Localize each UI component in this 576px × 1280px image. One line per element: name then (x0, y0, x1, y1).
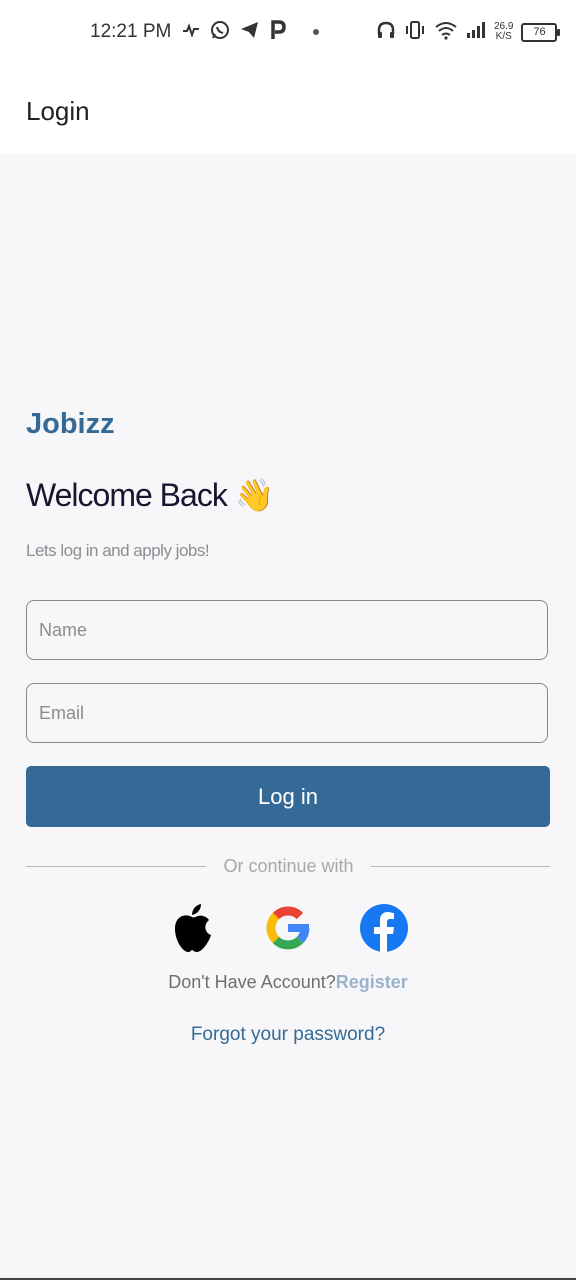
register-link[interactable]: Register (336, 972, 408, 992)
activity-icon (182, 22, 200, 42)
forgot-password-link[interactable]: Forgot your password? (0, 1024, 576, 1046)
signal-icon (466, 21, 486, 44)
whatsapp-icon (210, 20, 230, 45)
waving-hand-emoji: 👋 (234, 477, 275, 513)
brand-name: Jobizz (26, 408, 115, 440)
battery-indicator: 76 (521, 22, 561, 42)
register-prompt: Don't Have Account?Register (0, 972, 576, 993)
divider-right (371, 866, 550, 867)
page-title: Login (26, 96, 90, 126)
net-speed-unit: K/S (495, 31, 512, 42)
telegram-icon (240, 21, 260, 44)
facebook-icon (359, 903, 409, 958)
status-right-icons: 26.9 K/S 76 (376, 18, 561, 46)
apple-login-button[interactable] (166, 903, 218, 958)
p-app-icon (270, 19, 286, 45)
status-left-icons (182, 19, 320, 45)
login-button[interactable]: Log in (26, 766, 550, 827)
headphones-icon (376, 20, 396, 45)
status-bar: 12:21 PM 26.9 K/S 76 (0, 0, 576, 64)
divider-text: Or continue with (223, 856, 354, 876)
status-time: 12:21 PM (90, 21, 172, 42)
email-input[interactable] (26, 683, 548, 743)
wifi-icon (434, 20, 458, 45)
divider-left (26, 866, 206, 867)
google-icon (263, 903, 313, 958)
welcome-text: Welcome Back (26, 477, 228, 513)
google-login-button[interactable] (262, 904, 314, 956)
vibrate-icon (404, 20, 426, 45)
facebook-login-button[interactable] (358, 903, 410, 958)
net-speed: 26.9 K/S (494, 22, 513, 42)
name-input[interactable] (26, 600, 548, 660)
subtitle: Lets log in and apply jobs! (26, 541, 210, 560)
welcome-heading: Welcome Back 👋 (26, 476, 275, 514)
dot-icon (312, 23, 320, 41)
apple-icon (171, 903, 213, 958)
register-prompt-text: Don't Have Account? (168, 972, 336, 992)
app-bar: Login (0, 64, 576, 154)
